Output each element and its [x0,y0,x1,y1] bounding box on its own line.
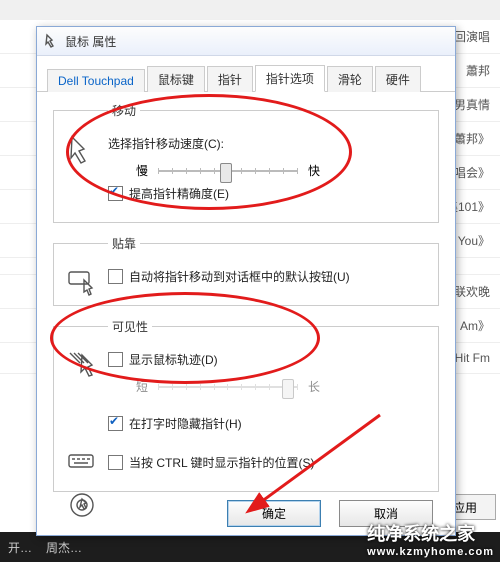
mouse-properties-dialog: 鼠标 属性 Dell Touchpad 鼠标键 指针 指针选项 滑轮 硬件 移动… [36,26,456,536]
hide-typing-icon [66,445,98,477]
snap-legend: 贴靠 [108,235,140,252]
long-label: 长 [308,378,320,395]
checkbox-icon [108,352,123,367]
snap-to-icon [66,266,98,298]
watermark-text: 纯净系统之家 [367,524,475,544]
motion-group: 移动 选择指针移动速度(C): 慢 快 提高指针精确度(E) [53,102,439,223]
snap-label: 自动将指针移动到对话框中的默认按钮(U) [129,268,350,285]
titlebar[interactable]: 鼠标 属性 [37,27,455,56]
checkbox-icon [108,455,123,470]
fast-label: 快 [308,162,320,179]
trail-length-slider: 短 长 [136,378,428,395]
hide-typing-label: 在打字时隐藏指针(H) [129,415,242,432]
tab-buttons[interactable]: 鼠标键 [147,66,205,92]
apply-label: 应用 [453,499,477,516]
pointer-speed-slider[interactable]: 慢 快 [136,162,428,179]
enhance-precision-checkbox[interactable]: 提高指针精确度(E) [108,185,428,202]
checkbox-icon [108,269,123,284]
tab-strip: Dell Touchpad 鼠标键 指针 指针选项 滑轮 硬件 [37,56,455,92]
pointer-trail-icon [66,349,98,381]
watermark-url: www.kzmyhome.com [367,546,494,558]
checkbox-icon [108,186,123,201]
visibility-group: 可见性 显示鼠标轨迹(D) 短 长 [53,318,439,492]
snap-group: 贴靠 自动将指针移动到对话框中的默认按钮(U) [53,235,439,306]
mouse-icon [43,33,59,49]
checkbox-icon [108,416,123,431]
ctrl-locate-checkbox[interactable]: 当按 CTRL 键时显示指针的位置(S) [108,454,428,471]
tab-dell-touchpad[interactable]: Dell Touchpad [47,69,145,92]
tab-hardware[interactable]: 硬件 [375,66,421,92]
short-label: 短 [136,378,148,395]
slow-label: 慢 [136,162,148,179]
watermark: 纯净系统之家 www.kzmyhome.com [367,520,494,558]
visibility-legend: 可见性 [108,318,152,335]
trail-label: 显示鼠标轨迹(D) [129,351,218,368]
precision-label: 提高指针精确度(E) [129,185,229,202]
tab-pointer-options[interactable]: 指针选项 [255,65,325,92]
player-text: 周杰… [46,539,82,556]
speed-label: 选择指针移动速度(C): [108,135,428,152]
ok-button[interactable]: 确定 [227,500,321,527]
pointer-trail-checkbox[interactable]: 显示鼠标轨迹(D) [108,351,428,368]
hide-while-typing-checkbox[interactable]: 在打字时隐藏指针(H) [108,415,428,432]
dialog-title: 鼠标 属性 [65,33,116,50]
player-text: 开… [8,539,32,556]
snap-to-checkbox[interactable]: 自动将指针移动到对话框中的默认按钮(U) [108,268,428,285]
ctrl-locate-label: 当按 CTRL 键时显示指针的位置(S) [129,454,315,471]
tab-wheel[interactable]: 滑轮 [327,66,373,92]
slider-thumb[interactable] [220,163,232,183]
pointer-speed-icon [66,133,98,165]
slider-thumb [282,379,294,399]
tab-pointers[interactable]: 指针 [207,66,253,92]
motion-legend: 移动 [108,102,140,119]
